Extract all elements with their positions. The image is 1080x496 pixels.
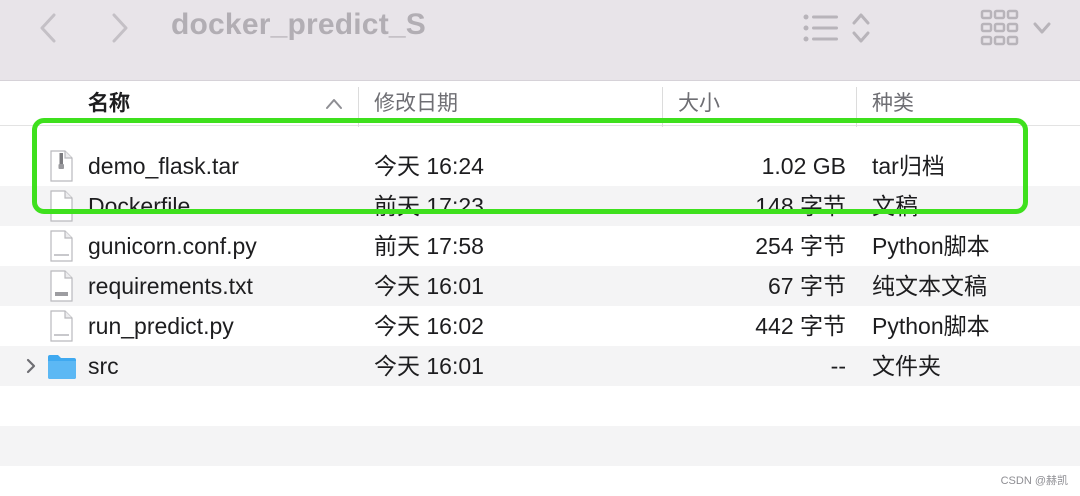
file-row[interactable]: run_predict.py 今天 16:02 442 字节 Python脚本: [0, 306, 1080, 346]
file-name: run_predict.py: [88, 313, 234, 339]
file-kind: Python脚本: [872, 313, 990, 339]
grid-view-icon[interactable]: [980, 8, 1020, 48]
sort-ascending-icon[interactable]: [324, 97, 344, 111]
file-name: requirements.txt: [88, 273, 253, 299]
chevron-right-icon: [112, 13, 128, 43]
disclosure-triangle-icon[interactable]: [22, 356, 40, 376]
chevron-left-icon: [40, 13, 56, 43]
highlight-box: [32, 118, 1028, 214]
file-date: 今天 16:01: [374, 273, 484, 299]
file-date: 今天 16:02: [374, 313, 484, 339]
toolbar: docker_predict_S: [0, 0, 1080, 81]
file-size: 254 字节: [755, 233, 846, 259]
watermark: CSDN @赫凯: [1000, 475, 1068, 487]
file-kind: 文件夹: [872, 353, 941, 379]
file-size: --: [830, 353, 846, 379]
folder-row[interactable]: src 今天 16:01 -- 文件夹: [0, 346, 1080, 386]
forward-button[interactable]: [102, 10, 138, 46]
file-date: 今天 16:01: [374, 353, 484, 379]
chevron-down-icon[interactable]: [1030, 16, 1054, 40]
file-size: 442 字节: [755, 313, 846, 339]
text-file-icon: [50, 270, 73, 302]
file-date: 前天 17:58: [374, 233, 484, 259]
empty-row: [0, 426, 1080, 466]
python-file-icon: [50, 310, 73, 342]
file-name: gunicorn.conf.py: [88, 233, 257, 259]
file-size: 67 字节: [768, 273, 846, 299]
list-view-icon[interactable]: [800, 12, 840, 44]
sort-arrows-icon[interactable]: [849, 10, 873, 46]
file-kind: Python脚本: [872, 233, 990, 259]
window-title: docker_predict_S: [171, 8, 426, 41]
python-file-icon: [50, 230, 73, 262]
folder-icon: [48, 355, 76, 379]
file-row[interactable]: requirements.txt 今天 16:01 67 字节 纯文本文稿: [0, 266, 1080, 306]
file-row[interactable]: gunicorn.conf.py 前天 17:58 254 字节 Python脚…: [0, 226, 1080, 266]
file-kind: 纯文本文稿: [872, 273, 987, 299]
back-button[interactable]: [30, 10, 66, 46]
file-name: src: [88, 353, 119, 379]
empty-row: [0, 386, 1080, 426]
